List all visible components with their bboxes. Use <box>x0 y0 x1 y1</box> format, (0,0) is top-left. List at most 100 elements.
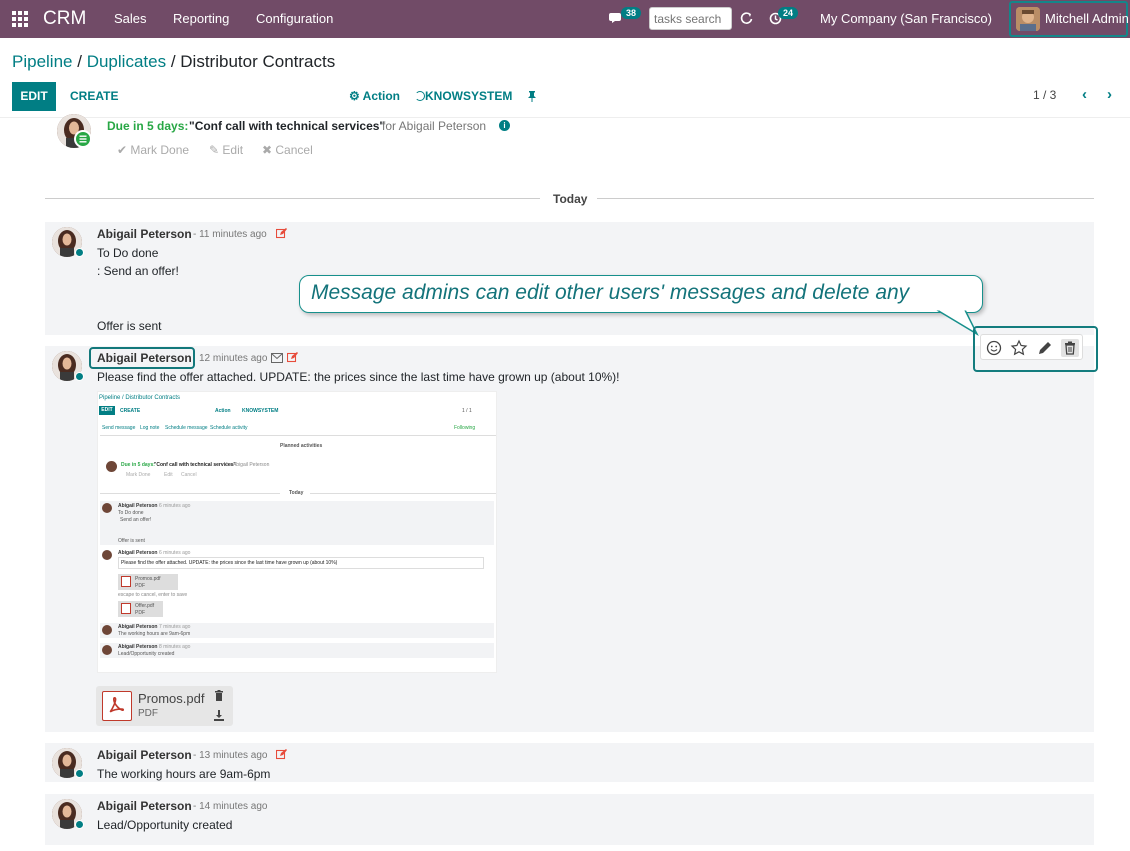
thumb-time: - 6 minutes ago <box>156 550 191 556</box>
thumb-create: CREATE <box>120 408 141 414</box>
tasks-search-input[interactable] <box>649 7 732 30</box>
thumb-edit: EDIT <box>99 406 115 415</box>
thumb-knowsystem: KNOWSYSTEM <box>242 408 279 414</box>
date-separator: Today <box>553 192 588 206</box>
online-status-dot <box>75 820 84 829</box>
separator-line <box>45 198 540 199</box>
thumb-time: - 6 minutes ago <box>156 503 191 509</box>
menu-configuration[interactable]: Configuration <box>256 11 333 26</box>
pager-next-icon[interactable]: › <box>1107 86 1112 103</box>
message-author[interactable]: Abigail Peterson <box>97 799 192 813</box>
cancel-activity-button[interactable]: ✖ Cancel <box>262 143 313 157</box>
thumb-line: The working hours are 9am-6pm <box>118 631 191 637</box>
apps-menu-icon[interactable] <box>12 11 28 27</box>
thumb-line: Lead/Opportunity created <box>118 651 175 657</box>
menu-sales[interactable]: Sales <box>114 11 147 26</box>
edit-activity-button[interactable]: ✎ Edit <box>209 143 243 157</box>
thumb-divider <box>100 435 496 436</box>
thumb-breadcrumb: Pipeline / Distributor Contracts <box>99 395 181 401</box>
separator-line <box>597 198 1094 199</box>
breadcrumb: Pipeline / Duplicates / Distributor Cont… <box>12 52 335 72</box>
user-name[interactable]: Mitchell Admin <box>1045 11 1129 26</box>
activity-title: "Conf call with technical services" <box>189 119 386 133</box>
edit-tracking-icon <box>287 352 298 363</box>
pager-prev-icon[interactable]: ‹ <box>1082 86 1087 103</box>
thumb-cancel: Cancel <box>181 472 197 478</box>
thumb-avatar <box>102 625 112 635</box>
edit-label: Edit <box>222 143 244 157</box>
thumb-avatar <box>102 503 112 513</box>
menu-reporting[interactable]: Reporting <box>173 11 229 26</box>
company-switcher[interactable]: My Company (San Francisco) <box>820 11 992 26</box>
pin-icon[interactable] <box>527 90 537 102</box>
thumb-pager: 1 / 1 <box>462 408 472 414</box>
thumb-divider <box>310 493 496 494</box>
attachment-name: Promos.pdf <box>138 691 205 706</box>
download-icon[interactable] <box>214 710 224 721</box>
message-author[interactable]: Abigail Peterson <box>97 351 192 365</box>
message-author[interactable]: Abigail Peterson <box>97 748 192 762</box>
thumb-attach-type: PDF <box>135 610 145 616</box>
knowsystem-button[interactable]: KNOWSYSTEM <box>415 89 512 103</box>
message-author[interactable]: Abigail Peterson <box>97 227 192 241</box>
thumb-author: Abigail Peterson <box>118 624 158 630</box>
message-body: Please find the offer attached. UPDATE: … <box>97 370 620 384</box>
edit-tracking-icon <box>276 228 287 239</box>
activity-badge: 24 <box>778 7 799 19</box>
activity-assignee: for Abigail Peterson <box>382 119 487 133</box>
edit-button[interactable]: EDIT <box>12 82 56 111</box>
attachment-card[interactable]: Promos.pdf PDF <box>96 686 233 726</box>
thumb-schedule-msg: Schedule message <box>165 425 208 431</box>
breadcrumb-duplicates[interactable]: Duplicates <box>87 52 166 71</box>
top-navbar: CRM Sales Reporting Configuration 38 24 … <box>0 0 1130 38</box>
envelope-icon <box>271 353 283 363</box>
emoji-reaction-icon[interactable] <box>985 339 1003 357</box>
control-panel-divider <box>0 117 1130 118</box>
thumb-author: Abigail Peterson <box>118 644 158 650</box>
info-icon[interactable]: i <box>499 120 510 131</box>
callout-annotation: Message admins can edit other users' mes… <box>299 275 983 313</box>
user-avatar[interactable] <box>1016 7 1040 31</box>
thumb-for: for Abigail Peterson <box>226 462 270 468</box>
app-brand[interactable]: CRM <box>43 8 86 30</box>
delete-trash-icon[interactable] <box>1061 339 1079 357</box>
trash-icon[interactable] <box>214 690 224 701</box>
thumb-mark-done: Mark Done <box>126 472 151 478</box>
thumb-attach-name: Promos.pdf <box>135 576 161 582</box>
thumb-body: Please find the offer attached. UPDATE: … <box>121 560 338 566</box>
thumb-pdf-icon <box>121 576 131 587</box>
thumb-author: Abigail Peterson <box>118 503 158 509</box>
create-button[interactable]: CREATE <box>70 89 118 103</box>
thumb-line: Offer is sent <box>118 538 145 544</box>
thumb-attach-type: PDF <box>135 583 145 589</box>
thumb-following: Following <box>454 425 476 431</box>
pager-value[interactable]: 1 / 3 <box>1033 88 1056 102</box>
thumb-avatar <box>102 550 112 560</box>
action-menu[interactable]: ⚙ Action <box>349 89 400 103</box>
refresh-icon[interactable] <box>740 12 753 25</box>
activity-due: Due in 5 days: <box>107 119 189 133</box>
thumb-line: To Do done <box>118 510 144 516</box>
embedded-screenshot-image[interactable]: Pipeline / Distributor Contracts EDIT CR… <box>97 391 497 673</box>
edit-pencil-icon[interactable] <box>1036 339 1054 357</box>
message-time: - 14 minutes ago <box>193 801 268 812</box>
gear-icon: ⚙ <box>349 89 360 103</box>
mark-done-label: Mark Done <box>130 143 190 157</box>
message-time: - 11 minutes ago <box>193 229 267 240</box>
star-icon[interactable] <box>1010 339 1028 357</box>
breadcrumb-pipeline[interactable]: Pipeline <box>12 52 73 71</box>
thumb-title: "Conf call with technical services" <box>154 462 236 468</box>
online-status-dot <box>75 248 84 257</box>
message-body: Lead/Opportunity created <box>97 818 233 832</box>
thumb-time: - 8 minutes ago <box>156 644 191 650</box>
online-status-dot <box>75 769 84 778</box>
pdf-file-icon <box>102 691 132 721</box>
message-line: To Do done <box>97 246 159 260</box>
edit-tracking-icon <box>276 749 287 760</box>
message-actions-toolbar <box>980 334 1083 360</box>
online-status-dot <box>75 372 84 381</box>
mark-done-button[interactable]: ✔ Mark Done <box>117 143 189 157</box>
thumb-author: Abigail Peterson <box>118 550 158 556</box>
message-body: The working hours are 9am-6pm <box>97 767 271 781</box>
thumb-schedule-act: Schedule activity <box>210 425 248 431</box>
